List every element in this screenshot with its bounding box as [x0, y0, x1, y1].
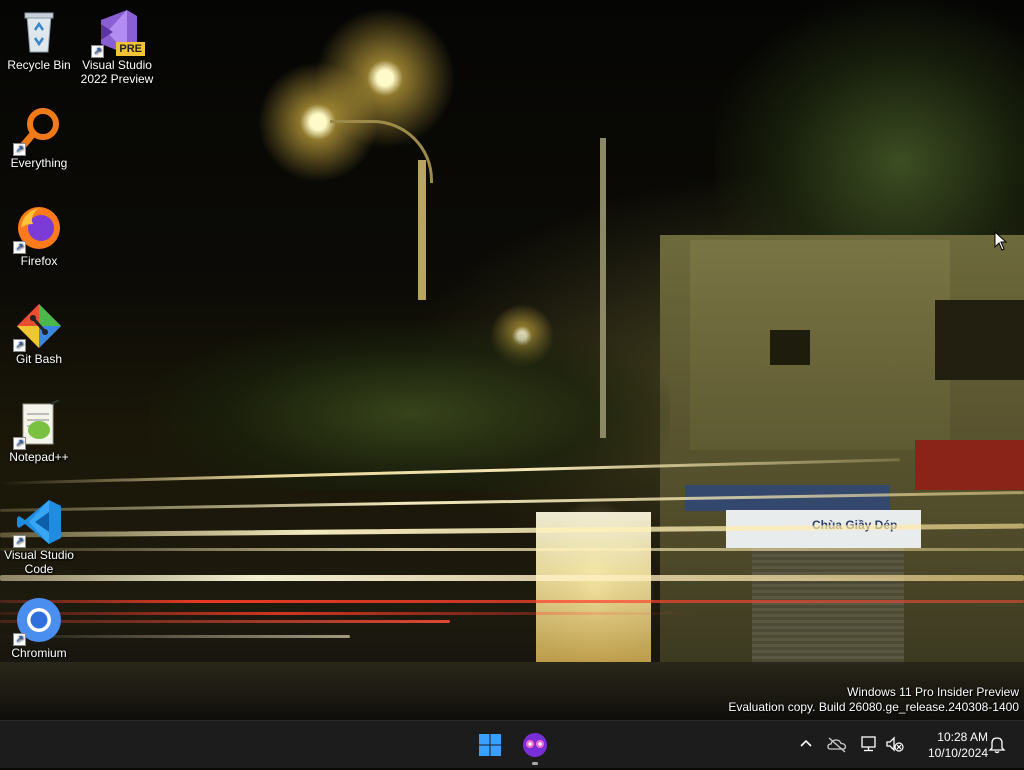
desktop-icon-recycle-bin[interactable]: Recycle Bin [2, 8, 76, 72]
clock-date: 10/10/2024 [927, 746, 988, 760]
desktop-icon-firefox[interactable]: ↗ Firefox [2, 204, 76, 268]
wallpaper-shop [536, 512, 651, 662]
desktop-icon-chromium[interactable]: ↗ Chromium [2, 596, 76, 660]
shortcut-arrow-icon: ↗ [13, 339, 26, 352]
windows-evaluation-watermark: Windows 11 Pro Insider Preview Evaluatio… [728, 685, 1019, 715]
bell-icon [988, 737, 1006, 754]
light-trail [0, 575, 1024, 581]
volume-muted-icon [886, 736, 904, 752]
clock-time: 10:28 AM [937, 730, 988, 744]
wallpaper-sign [915, 440, 1024, 490]
wallpaper-window [935, 300, 1024, 380]
network-tray-button[interactable] [858, 733, 880, 755]
wallpaper-pole [600, 138, 606, 438]
onedrive-tray-button[interactable] [826, 733, 848, 755]
wallpaper-shutter [752, 548, 904, 666]
watermark-edition: Windows 11 Pro Insider Preview [847, 685, 1019, 699]
recycle-bin-icon [15, 8, 63, 56]
desktop-icon-label: Git Bash [15, 352, 63, 366]
chromium-icon: ↗ [13, 596, 63, 646]
onedrive-icon [827, 737, 847, 753]
windows-start-icon [479, 734, 501, 756]
everything-search-icon: ↗ [13, 106, 63, 156]
start-button[interactable] [470, 725, 510, 765]
notepad-plus-plus-icon: ↗ [13, 399, 63, 450]
wallpaper-window [770, 330, 810, 365]
desktop-icon-label: Visual Studio Code [4, 548, 74, 576]
running-indicator [532, 762, 538, 765]
desktop-icon-visual-studio-2022-preview[interactable]: PRE ↗ Visual Studio 2022 Preview [80, 8, 154, 86]
desktop-icon-label: Visual Studio 2022 Preview [80, 58, 154, 86]
show-hidden-icons-button[interactable] [795, 733, 817, 755]
wallpaper-building-upper [690, 240, 950, 450]
shortcut-arrow-icon: ↗ [13, 535, 26, 548]
light-trail [0, 548, 1024, 551]
chevron-up-icon [800, 739, 812, 747]
wallpaper-tree [150, 320, 670, 490]
desktop-icon-label: Notepad++ [9, 450, 69, 464]
desktop-wallpaper[interactable]: Chùa Giầy Dép [0, 0, 1024, 720]
desktop-icon-label: Chromium [11, 646, 67, 660]
visual-studio-preview-icon: PRE ↗ [91, 8, 145, 58]
shortcut-arrow-icon: ↗ [13, 437, 26, 450]
desktop-icon-label: Recycle Bin [7, 58, 71, 72]
wallpaper-streetlight-pole [418, 160, 426, 300]
vscode-icon: ↗ [13, 498, 63, 548]
preview-badge: PRE [116, 42, 145, 56]
desktop-icon-notepad-plus-plus[interactable]: ↗ Notepad++ [2, 399, 76, 464]
network-icon [861, 736, 876, 752]
desktop-icon-everything[interactable]: ↗ Everything [2, 106, 76, 170]
desktop-icon-visual-studio-code[interactable]: ↗ Visual Studio Code [2, 498, 76, 576]
shortcut-arrow-icon: ↗ [13, 143, 26, 156]
clock-button[interactable]: 10:28 AM 10/10/2024 [912, 729, 988, 761]
taskbar-app-copilot[interactable] [515, 725, 555, 765]
notification-center-button[interactable] [986, 733, 1008, 755]
shortcut-arrow-icon: ↗ [91, 45, 104, 58]
copilot-icon [523, 733, 547, 757]
firefox-icon: ↗ [13, 204, 63, 254]
shortcut-arrow-icon: ↗ [13, 633, 26, 646]
light-trail [0, 600, 1024, 603]
desktop-icon-label: Firefox [20, 254, 58, 268]
watermark-build: Evaluation copy. Build 26080.ge_release.… [728, 700, 1019, 714]
shortcut-arrow-icon: ↗ [13, 241, 26, 254]
taskbar: 10:28 AM 10/10/2024 [0, 720, 1024, 768]
mouse-pointer-icon [994, 230, 1008, 251]
wallpaper-tree [715, 0, 1024, 270]
light-trail [0, 612, 700, 615]
git-bash-icon: ↗ [13, 302, 63, 352]
volume-tray-button[interactable] [884, 733, 906, 755]
desktop-icon-git-bash[interactable]: ↗ Git Bash [2, 302, 76, 366]
desktop-icon-label: Everything [10, 156, 68, 170]
